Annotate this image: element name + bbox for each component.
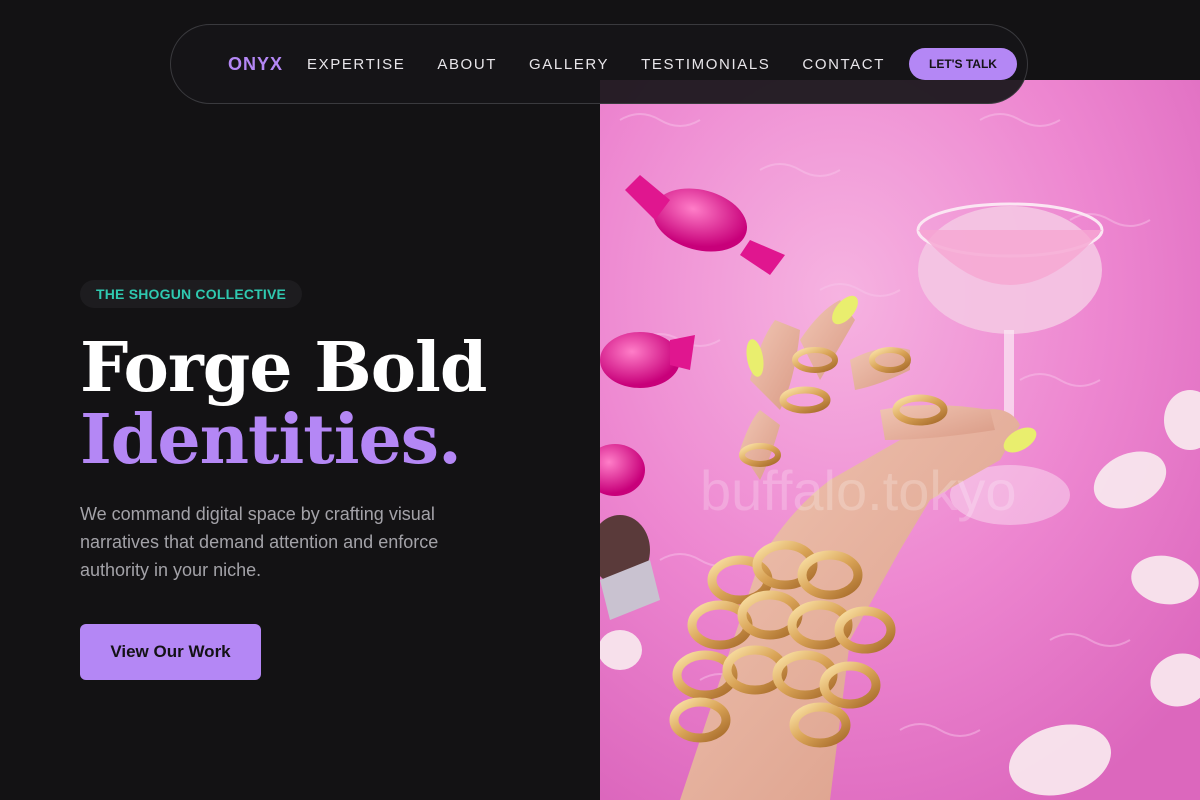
- nav-link-gallery[interactable]: GALLERY: [529, 56, 609, 73]
- view-our-work-button[interactable]: View Our Work: [80, 624, 261, 680]
- nav-link-contact[interactable]: CONTACT: [802, 56, 885, 73]
- brand-logo[interactable]: ONYX: [228, 54, 283, 75]
- nav-links: EXPERTISE ABOUT GALLERY TESTIMONIALS CON…: [307, 56, 917, 73]
- image-watermark: buffalo.tokyo: [700, 459, 1017, 522]
- navbar: ONYX EXPERTISE ABOUT GALLERY TESTIMONIAL…: [170, 24, 1028, 104]
- hero-headline: Forge Bold Identities.: [80, 328, 487, 480]
- nav-link-testimonials[interactable]: TESTIMONIALS: [641, 56, 770, 73]
- hero-image: buffalo.tokyo: [600, 80, 1200, 800]
- headline-line-2: Identities.: [80, 400, 462, 480]
- page: buffalo.tokyo ONYX EXPERTISE ABOUT GALLE…: [0, 0, 1200, 800]
- lets-talk-button[interactable]: LET'S TALK: [908, 48, 1017, 80]
- nav-link-expertise[interactable]: EXPERTISE: [307, 56, 405, 73]
- hero-badge: THE SHOGUN COLLECTIVE: [80, 280, 303, 308]
- headline-line-1: Forge Bold: [80, 328, 487, 408]
- nav-link-about[interactable]: ABOUT: [437, 56, 497, 73]
- hero-description: We command digital space by crafting vis…: [80, 504, 439, 580]
